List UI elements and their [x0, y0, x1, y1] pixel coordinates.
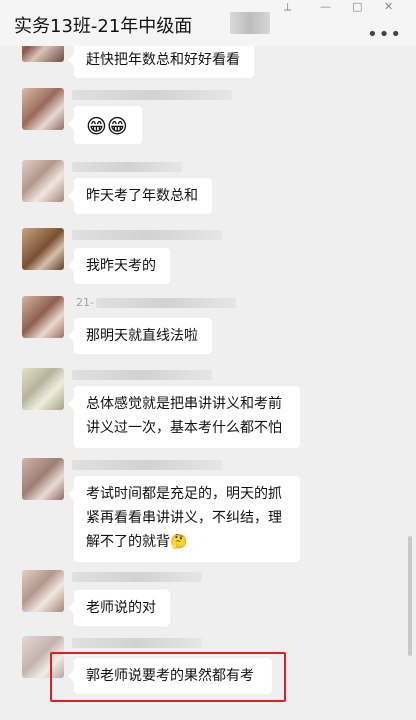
avatar[interactable] [22, 368, 64, 410]
close-icon[interactable]: ✕ [384, 0, 393, 13]
message-bubble: 我昨天考的 [68, 248, 170, 284]
more-options-icon[interactable]: ••• [367, 24, 402, 45]
avatar[interactable] [22, 458, 64, 500]
avatar[interactable] [22, 570, 64, 612]
maximize-icon[interactable]: □ [352, 0, 362, 13]
message-bubble: 考试时间都是充足的，明天的抓紧再看看串讲讲义，不纠结，理解不了的就背🤔 [68, 476, 300, 562]
sender-name-blurred [72, 230, 222, 240]
avatar[interactable] [22, 296, 64, 338]
highlight-box [50, 652, 286, 702]
message-bubble: 老师说的对 [68, 590, 170, 626]
sender-name-blurred [72, 572, 202, 582]
sender-name-blurred [96, 298, 236, 308]
scrollbar[interactable] [408, 536, 412, 656]
message-bubble: 😁😁 [68, 106, 142, 144]
pin-icon[interactable]: ⟂ [284, 0, 291, 14]
chat-title: 实务13班-21年中级面 [14, 16, 193, 37]
title-blurred-part [230, 12, 270, 34]
message-bubble: 赶快把年数总和好好看看 [68, 46, 254, 78]
avatar[interactable] [22, 46, 64, 62]
avatar[interactable] [22, 160, 64, 202]
sender-name-blurred [72, 90, 232, 100]
message-bubble: 那明天就直线法啦 [68, 318, 212, 354]
minimize-icon[interactable]: — [320, 0, 331, 13]
sender-name-blurred [72, 460, 222, 470]
message-bubble: 总体感觉就是把串讲讲义和考前讲义过一次，基本考什么都不怕 [68, 386, 300, 448]
chat-area: 赶快把年数总和好好看看 😁😁 昨天考了年数总和 我昨天考的 21- 那明天就直线… [0, 46, 416, 720]
avatar[interactable] [22, 228, 64, 270]
sender-name-prefix: 21- [76, 296, 94, 309]
avatar[interactable] [22, 88, 64, 130]
title-bar: 实务13班-21年中级面 ⟂ — □ ✕ ••• [0, 0, 416, 46]
message-bubble: 昨天考了年数总和 [68, 178, 212, 214]
sender-name-blurred [72, 370, 212, 380]
sender-name-blurred [72, 638, 202, 648]
sender-name-blurred [72, 162, 182, 172]
